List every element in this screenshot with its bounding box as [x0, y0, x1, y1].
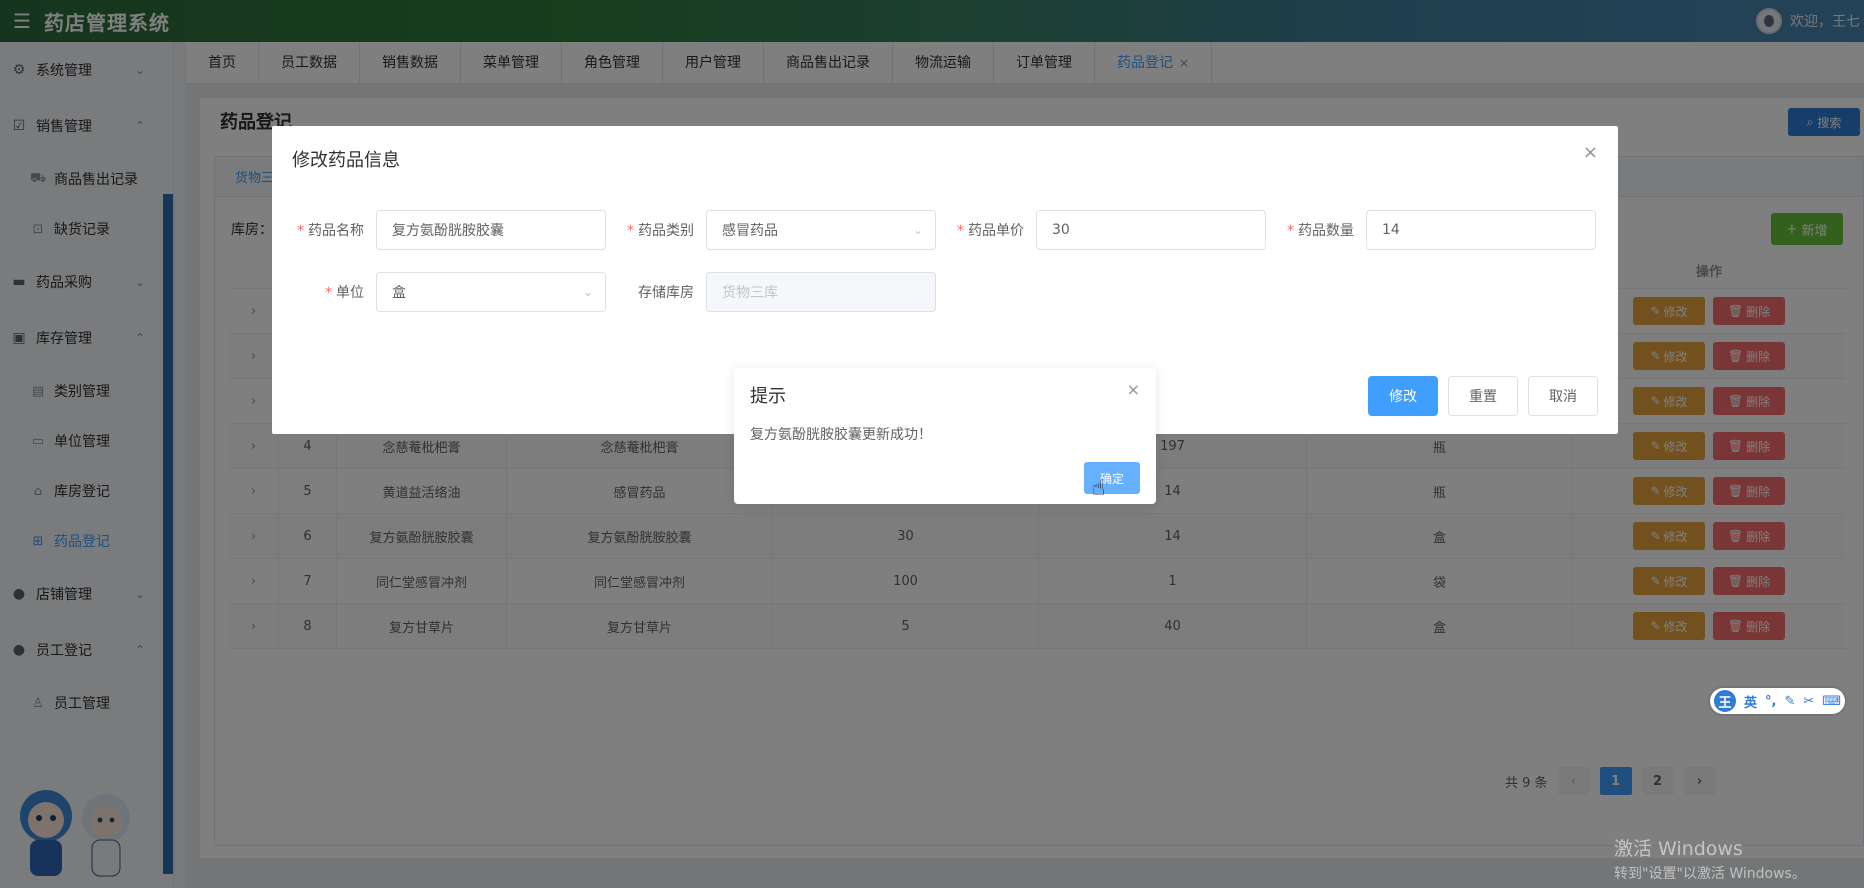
- drug-price-input[interactable]: 30: [1036, 210, 1266, 250]
- form-label: * 药品数量: [1287, 223, 1354, 239]
- dialog-title: 修改药品信息: [292, 150, 400, 171]
- select-value: 感冒药品: [722, 223, 778, 239]
- ime-pen-icon[interactable]: ✎: [1784, 694, 1795, 709]
- windows-activation-watermark: 激活 Windows 转到"设置"以激活 Windows。: [1614, 834, 1806, 883]
- ime-toolbar[interactable]: 王 英 °, ✎ ✂ ⌨: [1710, 688, 1846, 714]
- ime-scissors-icon[interactable]: ✂: [1803, 694, 1814, 709]
- cancel-button[interactable]: 取消: [1528, 376, 1598, 416]
- form-item-name: * 药品名称 复方氨酚胱胺胶囊: [290, 210, 606, 250]
- form-item-category: * 药品类别 感冒药品 ⌄: [620, 210, 936, 250]
- drug-category-select[interactable]: 感冒药品 ⌄: [706, 210, 936, 250]
- form-label: * 药品单价: [957, 223, 1024, 239]
- form-item-store: 存储库房 货物三库: [620, 272, 936, 312]
- form-item-price: * 药品单价 30: [950, 210, 1266, 250]
- select-value: 盒: [392, 285, 406, 301]
- form-label: * 药品名称: [297, 223, 364, 239]
- close-icon[interactable]: ×: [1583, 142, 1598, 163]
- form-label: * 单位: [325, 285, 364, 301]
- form-item-qty: * 药品数量 14: [1280, 210, 1596, 250]
- submit-edit-button[interactable]: 修改: [1368, 376, 1438, 416]
- ime-punct-icon[interactable]: °,: [1765, 694, 1776, 709]
- ime-logo-icon[interactable]: 王: [1714, 690, 1736, 712]
- message-title: 提示: [750, 386, 786, 407]
- chevron-down-icon: ⌄: [582, 285, 593, 299]
- drug-name-input[interactable]: 复方氨酚胱胺胶囊: [376, 210, 606, 250]
- form-item-unit: * 单位 盒 ⌄: [290, 272, 606, 312]
- ime-lang-toggle[interactable]: 英: [1744, 692, 1757, 711]
- chevron-down-icon: ⌄: [912, 223, 923, 237]
- close-icon[interactable]: ×: [1127, 380, 1140, 399]
- form-label: * 药品类别: [627, 223, 694, 239]
- drug-unit-select[interactable]: 盒 ⌄: [376, 272, 606, 312]
- hand-cursor-icon: ☝: [1092, 476, 1106, 501]
- reset-button[interactable]: 重置: [1448, 376, 1518, 416]
- ime-keyboard-icon[interactable]: ⌨: [1822, 694, 1841, 709]
- message-text: 复方氨酚胱胺胶囊更新成功！: [750, 427, 932, 443]
- watermark-line2: 转到"设置"以激活 Windows。: [1614, 866, 1806, 882]
- storeroom-input: 货物三库: [706, 272, 936, 312]
- watermark-line1: 激活 Windows: [1614, 838, 1743, 860]
- drug-qty-input[interactable]: 14: [1366, 210, 1596, 250]
- form-label: 存储库房: [638, 285, 694, 301]
